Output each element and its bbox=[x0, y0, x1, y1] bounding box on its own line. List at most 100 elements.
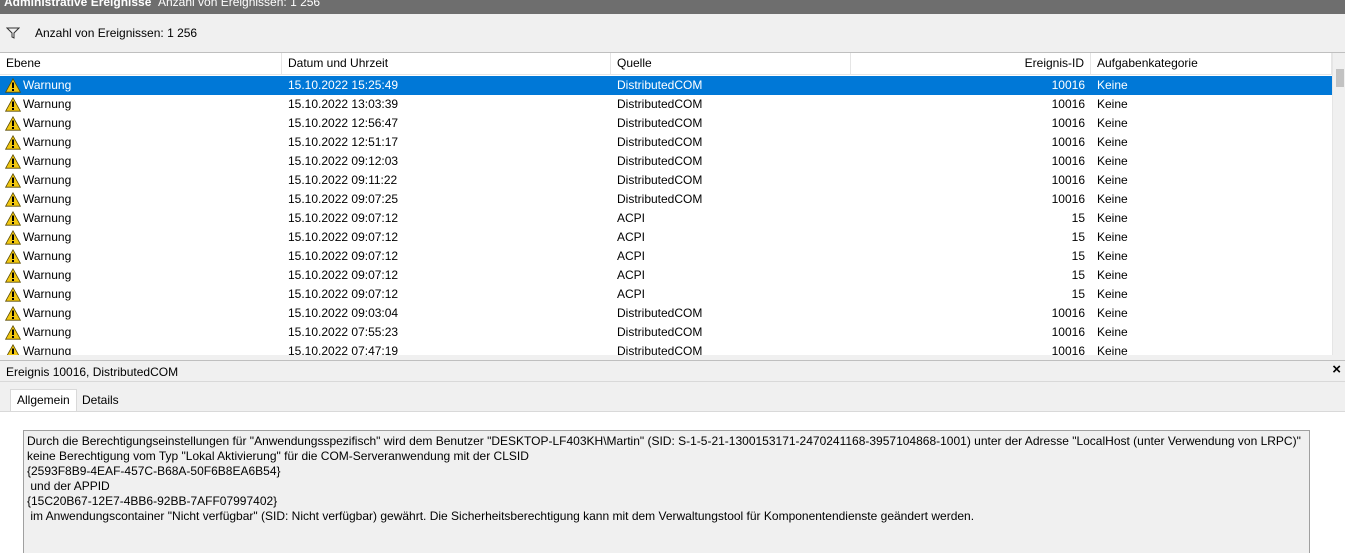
detail-tabs: Allgemein Details bbox=[0, 382, 1345, 413]
warning-icon bbox=[5, 287, 21, 302]
cell-level: Warnung bbox=[23, 135, 72, 149]
scrollbar-thumb[interactable] bbox=[1336, 69, 1344, 87]
cell-level: Warnung bbox=[23, 287, 72, 301]
cell-task-category: Keine bbox=[1097, 249, 1128, 263]
cell-level: Warnung bbox=[23, 78, 72, 92]
warning-icon bbox=[6, 344, 20, 355]
cell-event-id: 10016 bbox=[1051, 306, 1085, 320]
table-row[interactable]: Warnung 15.10.2022 15:25:49 DistributedCOM… bbox=[0, 76, 1332, 95]
cell-level: Warnung bbox=[23, 154, 72, 168]
event-list[interactable]: Ebene Datum und Uhrzeit Quelle Ereignis-… bbox=[0, 52, 1345, 355]
cell-source: ACPI bbox=[617, 287, 646, 301]
cell-datetime: 15.10.2022 09:07:12 bbox=[288, 287, 399, 301]
cell-task-category: Keine bbox=[1097, 116, 1128, 130]
cell-datetime: 15.10.2022 09:11:22 bbox=[288, 173, 398, 187]
cell-event-id: 10016 bbox=[1051, 116, 1085, 130]
cell-source: DistributedCOM bbox=[617, 135, 703, 149]
cell-datetime: 15.10.2022 09:07:12 bbox=[288, 230, 399, 244]
tab-general[interactable]: Allgemein bbox=[10, 389, 77, 413]
cell-task-category: Keine bbox=[1097, 287, 1128, 301]
cell-datetime: 15.10.2022 12:56:47 bbox=[288, 116, 399, 130]
warning-icon bbox=[5, 249, 21, 264]
warning-icon bbox=[5, 135, 21, 150]
warning-icon bbox=[5, 306, 21, 321]
vertical-scrollbar[interactable] bbox=[1332, 53, 1345, 355]
cell-event-id: 10016 bbox=[1051, 154, 1085, 168]
cell-level: Warnung bbox=[23, 249, 72, 263]
cell-source: DistributedCOM bbox=[617, 325, 703, 339]
cell-datetime: 15.10.2022 09:03:04 bbox=[288, 306, 399, 320]
window-title: Administrative Ereignisse bbox=[4, 0, 152, 9]
cell-level: Warnung bbox=[23, 173, 72, 187]
cell-event-id: 15 bbox=[1071, 249, 1085, 263]
detail-panel: Durch die Berechtigungseinstellungen für… bbox=[0, 411, 1345, 553]
cell-datetime: 15.10.2022 09:07:25 bbox=[288, 192, 399, 206]
table-row[interactable]: Warnung 15.10.2022 09:07:12 ACPI 15 Keine bbox=[0, 247, 1332, 266]
warning-icon bbox=[5, 154, 21, 169]
cell-task-category: Keine bbox=[1097, 154, 1128, 168]
cell-datetime: 15.10.2022 07:55:23 bbox=[288, 325, 399, 339]
close-icon[interactable]: × bbox=[1332, 361, 1341, 378]
cell-task-category: Keine bbox=[1097, 192, 1128, 206]
cell-event-id: 10016 bbox=[1051, 78, 1085, 92]
table-row[interactable]: Warnung 15.10.2022 12:51:17 DistributedCOM… bbox=[0, 133, 1332, 152]
warning-icon bbox=[5, 97, 21, 112]
cell-source: DistributedCOM bbox=[617, 173, 703, 187]
column-header-level[interactable]: Ebene bbox=[0, 53, 282, 75]
event-detail-header: Ereignis 10016, DistributedCOM × bbox=[0, 360, 1345, 382]
cell-event-id: 15 bbox=[1071, 287, 1085, 301]
cell-task-category: Keine bbox=[1097, 325, 1128, 339]
column-header-source[interactable]: Quelle bbox=[611, 53, 851, 75]
cell-source: DistributedCOM bbox=[617, 344, 703, 355]
event-message-box[interactable]: Durch die Berechtigungseinstellungen für… bbox=[23, 430, 1310, 553]
warning-icon bbox=[5, 78, 21, 93]
cell-event-id: 10016 bbox=[1051, 325, 1085, 339]
table-row[interactable]: Warnung 15.10.2022 13:03:39 DistributedCOM… bbox=[0, 95, 1332, 114]
cell-task-category: Keine bbox=[1097, 211, 1128, 225]
cell-level: Warnung bbox=[23, 325, 72, 339]
filter-bar: Anzahl von Ereignissen: 1 256 bbox=[0, 14, 1345, 52]
cell-level: Warnung bbox=[23, 306, 72, 320]
table-row[interactable]: Warnung 15.10.2022 09:12:03 DistributedCOM… bbox=[0, 152, 1332, 171]
cell-event-id: 10016 bbox=[1051, 192, 1085, 206]
table-row[interactable]: Warnung 15.10.2022 09:03:04 DistributedCOM… bbox=[0, 304, 1332, 323]
cell-level: Warnung bbox=[23, 268, 72, 282]
cell-level: Warnung bbox=[23, 211, 72, 225]
cell-datetime: 15.10.2022 15:25:49 bbox=[288, 78, 399, 92]
table-row[interactable]: Warnung 15.10.2022 09:07:25 DistributedCOM… bbox=[0, 190, 1332, 209]
cell-task-category: Keine bbox=[1097, 268, 1128, 282]
table-row[interactable]: Warnung 15.10.2022 07:47:19 DistributedCOM… bbox=[0, 342, 1332, 355]
table-row[interactable]: Warnung 15.10.2022 09:07:12 ACPI 15 Keine bbox=[0, 285, 1332, 304]
cell-level: Warnung bbox=[23, 97, 72, 111]
table-row[interactable]: Warnung 15.10.2022 07:55:23 DistributedCOM… bbox=[0, 323, 1332, 342]
table-row[interactable]: Warnung 15.10.2022 09:07:12 ACPI 15 Keine bbox=[0, 209, 1332, 228]
cell-event-id: 10016 bbox=[1051, 344, 1085, 355]
cell-task-category: Keine bbox=[1097, 230, 1128, 244]
cell-event-id: 10016 bbox=[1051, 135, 1085, 149]
cell-datetime: 15.10.2022 12:51:17 bbox=[288, 135, 399, 149]
filter-icon[interactable] bbox=[6, 27, 20, 39]
cell-datetime: 15.10.2022 13:03:39 bbox=[288, 97, 399, 111]
warning-icon bbox=[5, 325, 21, 340]
filter-count-text: Anzahl von Ereignissen: 1 256 bbox=[35, 26, 198, 40]
column-header-task-category[interactable]: Aufgabenkategorie bbox=[1091, 53, 1332, 75]
table-row[interactable]: Warnung 15.10.2022 09:11:22 DistributedCOM… bbox=[0, 171, 1332, 190]
cell-source: ACPI bbox=[617, 211, 646, 225]
table-row[interactable]: Warnung 15.10.2022 12:56:47 DistributedCOM… bbox=[0, 114, 1332, 133]
cell-event-id: 10016 bbox=[1051, 173, 1085, 187]
tab-details[interactable]: Details bbox=[76, 390, 125, 412]
column-header-datetime[interactable]: Datum und Uhrzeit bbox=[282, 53, 611, 75]
table-row[interactable]: Warnung 15.10.2022 09:07:12 ACPI 15 Keine bbox=[0, 228, 1332, 247]
event-detail-title: Ereignis 10016, DistributedCOM bbox=[6, 365, 179, 379]
cell-source: DistributedCOM bbox=[617, 306, 703, 320]
cell-source: DistributedCOM bbox=[617, 78, 703, 92]
warning-icon bbox=[5, 211, 21, 226]
event-list-header: Ebene Datum und Uhrzeit Quelle Ereignis-… bbox=[0, 53, 1332, 75]
warning-icon bbox=[5, 230, 21, 245]
window-titlebar: Administrative Ereignisse Anzahl von Ere… bbox=[0, 0, 1345, 14]
table-row[interactable]: Warnung 15.10.2022 09:07:12 ACPI 15 Keine bbox=[0, 266, 1332, 285]
warning-icon bbox=[5, 192, 21, 207]
cell-source: DistributedCOM bbox=[617, 154, 703, 168]
column-header-event-id[interactable]: Ereignis-ID bbox=[851, 53, 1091, 75]
cell-datetime: 15.10.2022 09:07:12 bbox=[288, 249, 399, 263]
